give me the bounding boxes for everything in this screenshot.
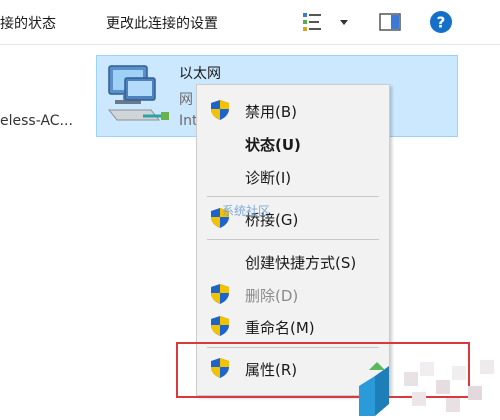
preview-pane-icon[interactable] <box>378 8 402 36</box>
change-view-icon[interactable] <box>300 8 326 36</box>
connection-adapter-label: Int <box>179 113 198 129</box>
connection-network-label: 网 <box>179 92 193 108</box>
menu-item-delete: 删除(D) <box>197 279 389 309</box>
site-logo-icon <box>359 362 389 416</box>
mosaic-block <box>420 362 434 376</box>
mosaic-block <box>404 372 418 386</box>
chevron-down-icon[interactable] <box>338 8 350 36</box>
uac-shield-icon <box>211 316 229 336</box>
mosaic-block <box>480 360 494 374</box>
connection-name: 以太网 <box>179 66 221 82</box>
menu-item-create-shortcut[interactable]: 创建快捷方式(S) <box>197 246 389 276</box>
menu-item-disable[interactable]: 禁用(B) <box>197 95 389 125</box>
mosaic-block <box>446 398 460 412</box>
network-connection-icon <box>107 65 169 121</box>
watermark-text: 系统社区 <box>222 204 271 218</box>
mosaic-block <box>452 366 466 380</box>
menu-separator <box>207 239 379 240</box>
view-connection-status-button[interactable]: 接的状态 <box>0 13 56 33</box>
menu-item-diagnose[interactable]: 诊断(I) <box>197 161 389 191</box>
uac-shield-icon <box>211 284 229 304</box>
mosaic-block <box>468 386 482 400</box>
mosaic-block <box>436 380 450 394</box>
menu-item-rename[interactable]: 重命名(M) <box>197 311 389 341</box>
menu-item-status[interactable]: 状态(U) <box>197 128 389 158</box>
wireless-adapter-label[interactable]: eless-AC... <box>0 113 73 129</box>
change-connection-settings-button[interactable]: 更改此连接的设置 <box>106 13 218 33</box>
help-icon[interactable]: ? <box>428 8 454 36</box>
command-bar: 接的状态 更改此连接的设置 ? <box>0 0 500 45</box>
uac-shield-icon <box>211 100 229 120</box>
menu-separator <box>207 196 379 197</box>
mosaic-block <box>412 392 426 406</box>
svg-text:?: ? <box>437 14 446 32</box>
